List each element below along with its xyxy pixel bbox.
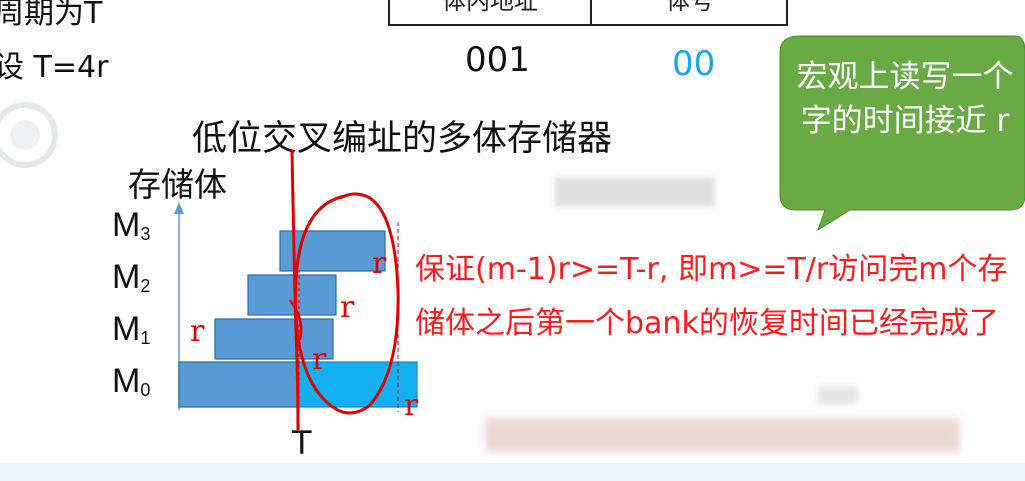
bar-m2 — [247, 274, 337, 316]
timing-diagram — [174, 149, 960, 452]
bar-m0 — [178, 361, 300, 408]
r-label-m2: r — [340, 290, 355, 325]
y-axis-arrow-icon — [174, 202, 184, 214]
time-label: T — [292, 424, 312, 462]
blurred-content-3 — [485, 418, 960, 452]
r-label-m1: r — [190, 314, 205, 349]
bottom-band — [0, 463, 1025, 481]
r-label-m3: r — [372, 246, 387, 281]
r-label-m0: r — [312, 342, 327, 377]
r-label-next: r — [404, 388, 419, 423]
blurred-content-1 — [555, 178, 715, 206]
annotation-text: 保证(m-1)r>=T-r, 即m>=T/r访问完m个存储体之后第一个bank的… — [415, 252, 1008, 341]
blurred-content-2 — [818, 386, 858, 404]
